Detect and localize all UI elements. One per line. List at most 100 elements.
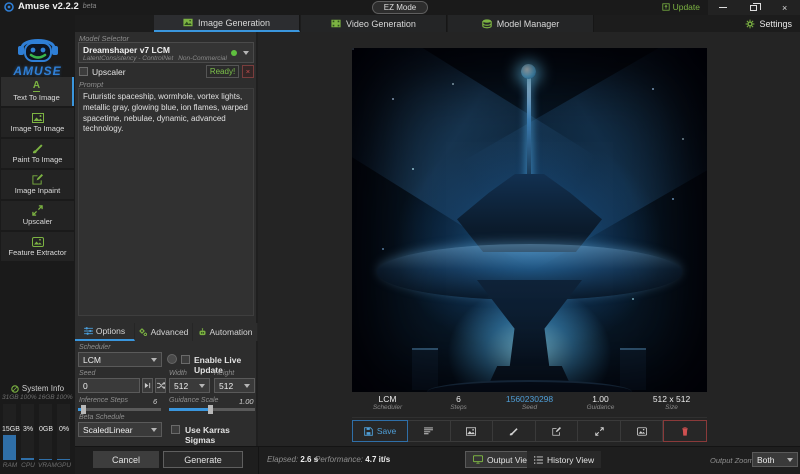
guidance-slider-handle[interactable] xyxy=(208,405,213,414)
cancel-button[interactable]: Cancel xyxy=(93,451,159,468)
shuffle-icon xyxy=(157,382,165,389)
close-button[interactable]: × xyxy=(775,1,795,14)
update-button[interactable]: Update xyxy=(662,2,700,12)
tune-icon xyxy=(84,327,93,335)
tab-automation[interactable]: Automation xyxy=(193,323,258,341)
height-dropdown[interactable]: 512 xyxy=(214,378,255,393)
tab-model-manager[interactable]: Model Manager xyxy=(448,15,594,32)
output-view-area: LCMScheduler 6Steps 1560230298Seed 1.00G… xyxy=(258,32,800,446)
history-view-button[interactable]: History View xyxy=(527,451,601,468)
guidance-value: 1.00 xyxy=(239,397,254,406)
minimize-button[interactable] xyxy=(713,1,733,14)
model-selector-dropdown[interactable]: Dreamshaper v7 LCM LatentConsistency - C… xyxy=(78,42,254,63)
info-guidance-value: 1.00 xyxy=(565,394,636,404)
bottom-bar: Cancel Generate Elapsed: 2.6 s Performan… xyxy=(75,446,800,474)
scheduler-label: Scheduler xyxy=(79,344,111,351)
send-to-image-to-image-button[interactable] xyxy=(451,420,494,442)
brush-icon xyxy=(509,427,518,436)
diag-arrows-icon xyxy=(32,205,43,216)
prompt-input[interactable]: Futuristic spaceship, wormhole, vortex l… xyxy=(78,88,254,316)
info-seed-value[interactable]: 1560230298 xyxy=(494,394,565,404)
output-zoom-dropdown[interactable]: Both xyxy=(752,452,798,467)
settings-button[interactable]: Settings xyxy=(745,16,792,31)
send-to-upscaler-button[interactable] xyxy=(578,420,621,442)
window-controls: × xyxy=(708,0,800,15)
height-label: Height xyxy=(214,370,234,377)
system-info-icon xyxy=(11,385,19,393)
ready-button[interactable]: Ready! xyxy=(206,65,239,78)
titlebar: Amuse v2.2.2 beta EZ Mode Update × xyxy=(0,0,800,15)
save-button[interactable]: Save xyxy=(352,420,408,442)
steps-slider[interactable] xyxy=(78,408,161,411)
system-gauges: 31GB 100% 16GB 100% 15GB 3% 0GB 0% RAM C… xyxy=(2,394,73,472)
steps-slider-handle[interactable] xyxy=(81,405,86,414)
ez-mode-button[interactable]: EZ Mode xyxy=(372,1,428,14)
picture-icon xyxy=(32,112,44,123)
upscaler-checkbox-label: Upscaler xyxy=(92,67,126,77)
live-update-checkbox[interactable] xyxy=(181,355,190,364)
unload-model-button[interactable]: × xyxy=(242,65,254,78)
sidebar-item-upscaler[interactable]: Upscaler xyxy=(1,201,74,230)
seed-random-button[interactable] xyxy=(155,378,166,393)
scheduler-dropdown[interactable]: LCM xyxy=(78,352,162,367)
send-to-inpaint-button[interactable] xyxy=(536,420,579,442)
width-dropdown[interactable]: 512 xyxy=(169,378,210,393)
sidebar-item-image-to-image[interactable]: Image To Image xyxy=(1,108,74,137)
divider xyxy=(258,447,259,474)
model-status-dot xyxy=(231,50,237,56)
image-icon xyxy=(183,18,193,27)
sidebar: AMUSE A Text To Image Image To Image Pai… xyxy=(0,32,75,474)
beta-schedule-label: Beta Schedule xyxy=(79,414,125,421)
seed-reuse-button[interactable] xyxy=(142,378,153,393)
gears-icon xyxy=(139,328,148,337)
send-to-paint-button[interactable] xyxy=(493,420,536,442)
sidebar-item-image-inpaint[interactable]: Image Inpaint xyxy=(1,170,74,199)
tab-video-generation[interactable]: Video Generation xyxy=(301,15,447,32)
app-title: Amuse v2.2.2 xyxy=(18,1,79,12)
film-icon xyxy=(331,19,341,28)
tab-options[interactable]: Options xyxy=(75,323,135,341)
brush-icon xyxy=(32,143,43,154)
gear-icon xyxy=(745,19,755,29)
send-to-feature-extractor-button[interactable] xyxy=(621,420,664,442)
seed-input[interactable]: 0 xyxy=(78,378,140,393)
guidance-slider[interactable] xyxy=(169,408,255,411)
steps-label: Inference Steps xyxy=(79,397,128,404)
system-info-title: System Info xyxy=(22,384,64,393)
tab-image-generation[interactable]: Image Generation xyxy=(154,15,300,32)
generate-button[interactable]: Generate xyxy=(163,451,243,468)
info-steps-value: 6 xyxy=(423,394,494,404)
tab-advanced[interactable]: Advanced xyxy=(135,323,193,341)
karras-label: Use Karras Sigmas xyxy=(185,425,256,445)
performance-stat: Performance: 4.7 it/s xyxy=(315,455,390,464)
seed-label: Seed xyxy=(79,370,95,377)
sidebar-item-feature-extractor[interactable]: Feature Extractor xyxy=(1,232,74,261)
upscaler-checkbox[interactable] xyxy=(79,67,88,76)
image-actions: Save xyxy=(352,420,707,442)
save-icon xyxy=(364,427,373,436)
maximize-button[interactable] xyxy=(744,1,764,14)
stack-icon xyxy=(482,19,492,29)
trash-icon xyxy=(681,427,689,436)
sidebar-item-paint-to-image[interactable]: Paint To Image xyxy=(1,139,74,168)
text-lines-icon xyxy=(424,427,433,435)
steps-value: 6 xyxy=(153,397,157,406)
letter-a-icon: A xyxy=(33,81,40,92)
chevron-down-icon xyxy=(243,51,249,55)
diag-arrows-icon xyxy=(595,427,604,436)
beta-tag: beta xyxy=(83,3,97,10)
delete-image-button[interactable] xyxy=(663,420,707,442)
karras-checkbox[interactable] xyxy=(171,425,180,434)
update-icon xyxy=(662,3,670,11)
picture-export-icon xyxy=(32,236,44,247)
edit-square-icon xyxy=(32,174,43,185)
picture-icon xyxy=(466,427,476,436)
pin-seed-icon xyxy=(144,382,151,389)
vignette xyxy=(352,48,707,392)
generation-panel: Model Selector Dreamshaper v7 LCM Latent… xyxy=(75,32,258,446)
beta-schedule-dropdown[interactable]: ScaledLinear xyxy=(78,422,162,437)
generated-image[interactable] xyxy=(352,48,707,392)
app-window: Amuse v2.2.2 beta EZ Mode Update × Image… xyxy=(0,0,800,474)
sidebar-item-text-to-image[interactable]: A Text To Image xyxy=(1,77,74,106)
copy-prompt-button[interactable] xyxy=(408,420,451,442)
